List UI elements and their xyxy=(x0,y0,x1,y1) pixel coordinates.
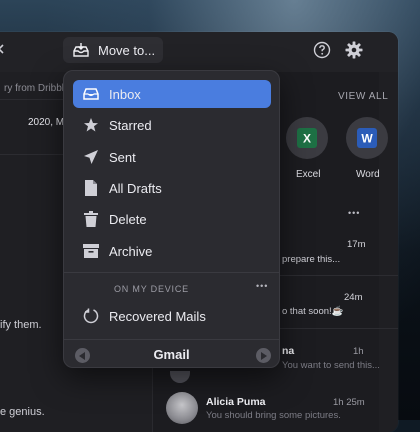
message-time: 1h xyxy=(353,346,364,357)
svg-text:W: W xyxy=(361,132,373,146)
document-icon xyxy=(83,180,99,196)
toolbar: Move to... xyxy=(0,32,398,72)
section-title-on-my-device: ON MY DEVICE xyxy=(114,284,189,294)
move-to-label: Move to... xyxy=(98,42,156,58)
menu-divider xyxy=(64,272,279,273)
star-icon xyxy=(83,117,99,133)
help-icon[interactable] xyxy=(312,40,332,60)
message-body-text: e genius. xyxy=(0,406,45,418)
list-item-subject[interactable]: ry from Dribbb xyxy=(4,83,67,94)
inbox-icon xyxy=(83,86,99,102)
message-snippet[interactable]: o that soon!☕ xyxy=(282,306,343,317)
menu-item-all-drafts[interactable]: All Drafts xyxy=(73,174,271,202)
message-sender: Alicia Puma xyxy=(206,396,266,408)
account-switcher: Gmail xyxy=(64,339,279,370)
message-body-text: ify them. xyxy=(0,319,42,331)
menu-item-label: Inbox xyxy=(109,86,141,102)
word-icon: W xyxy=(357,128,377,148)
move-to-menu: Inbox Starred Sent All Drafts Delete Arc… xyxy=(63,70,280,368)
menu-item-recovered-mails[interactable]: Recovered Mails xyxy=(73,302,271,330)
avatar xyxy=(166,392,198,424)
app-label-excel: Excel xyxy=(296,169,321,180)
account-name: Gmail xyxy=(153,347,190,362)
menu-item-archive[interactable]: Archive xyxy=(73,237,271,265)
menu-item-label: All Drafts xyxy=(109,180,162,196)
archive-box-icon xyxy=(83,243,99,259)
triangle-right-icon xyxy=(261,351,267,360)
menu-item-label: Delete xyxy=(109,211,147,227)
menu-item-label: Starred xyxy=(109,117,152,133)
trash-icon xyxy=(83,211,99,227)
menu-item-starred[interactable]: Starred xyxy=(73,111,271,139)
more-options-icon[interactable]: ••• xyxy=(348,208,360,218)
gear-icon[interactable] xyxy=(344,40,364,60)
message-sender: na xyxy=(282,345,295,357)
message-time: 1h 25m xyxy=(333,397,365,408)
excel-icon: X xyxy=(297,128,317,148)
message-snippet[interactable]: You want to send this... xyxy=(282,360,380,371)
attachment-app-word[interactable]: W xyxy=(346,117,388,159)
attachment-app-excel[interactable]: X xyxy=(286,117,328,159)
app-label-word: Word xyxy=(356,169,380,180)
menu-item-inbox[interactable]: Inbox xyxy=(73,80,271,108)
message-snippet[interactable]: prepare this... xyxy=(282,254,340,265)
svg-text:X: X xyxy=(303,132,311,146)
tray-arrow-icon xyxy=(73,43,89,57)
message-time: 24m xyxy=(344,292,363,303)
message-snippet[interactable]: You should bring some pictures. xyxy=(206,410,341,421)
list-item-date: 2020, M xyxy=(28,117,65,128)
view-all-link[interactable]: VIEW ALL xyxy=(338,91,388,102)
menu-item-label: Sent xyxy=(109,149,136,165)
next-account-button[interactable] xyxy=(256,348,271,363)
move-to-button[interactable]: Move to... xyxy=(63,37,163,63)
chevron-left-icon[interactable] xyxy=(0,44,4,54)
paper-plane-icon xyxy=(83,149,99,165)
section-more-icon[interactable]: ••• xyxy=(256,281,268,291)
menu-item-delete[interactable]: Delete xyxy=(73,205,271,233)
menu-item-sent[interactable]: Sent xyxy=(73,143,271,171)
recovery-circle-icon xyxy=(83,308,99,324)
menu-item-label: Archive xyxy=(109,243,153,259)
message-time: 17m xyxy=(347,239,366,250)
menu-item-label: Recovered Mails xyxy=(109,308,206,324)
